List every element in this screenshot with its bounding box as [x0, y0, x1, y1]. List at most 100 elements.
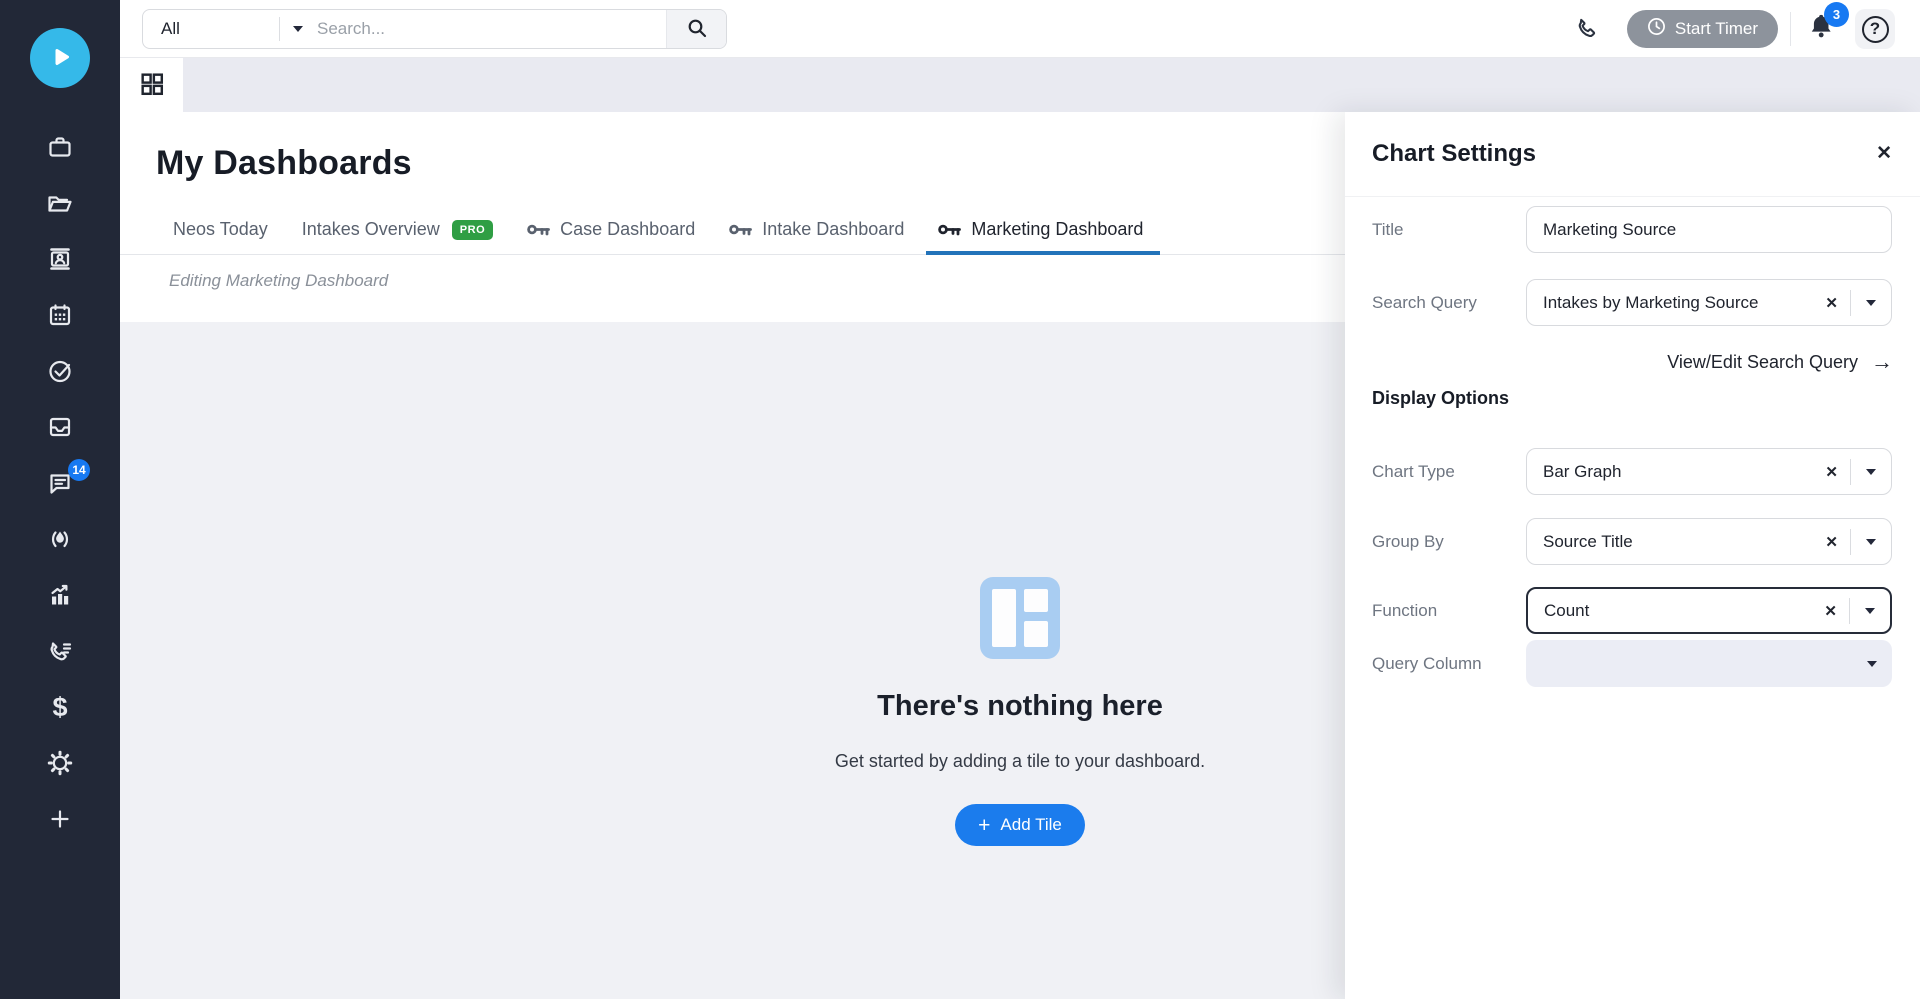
sidebar-item-billing[interactable]: $ [36, 692, 84, 722]
grid-icon [138, 70, 166, 101]
sidebar-item-call-log[interactable] [36, 636, 84, 666]
dropdown-toggle[interactable] [1851, 469, 1891, 475]
group-by-value: Source Title [1527, 532, 1813, 552]
function-select[interactable]: Count ✕ [1526, 587, 1892, 634]
tab-marketing-dashboard[interactable]: Marketing Dashboard [938, 205, 1143, 254]
topbar-divider [1790, 12, 1791, 46]
view-edit-search-query-link[interactable]: View/Edit Search Query → [1667, 351, 1893, 373]
chevron-down-icon [1866, 300, 1876, 306]
clear-icon[interactable]: ✕ [1812, 602, 1849, 620]
tab-neos-today[interactable]: Neos Today [173, 205, 268, 254]
close-icon[interactable]: ✕ [1876, 142, 1892, 165]
search-query-value: Intakes by Marketing Source [1527, 293, 1813, 313]
group-by-field-label: Group By [1372, 518, 1444, 565]
chart-type-field-label: Chart Type [1372, 448, 1455, 495]
chart-title-input[interactable] [1526, 206, 1892, 253]
add-tile-button[interactable]: + Add Tile [955, 804, 1085, 846]
page-title: My Dashboards [156, 144, 412, 183]
briefcase-icon [45, 132, 75, 162]
tab-intakes-overview[interactable]: Intakes Overview PRO [302, 205, 493, 254]
chart-type-select[interactable]: Bar Graph ✕ [1526, 448, 1892, 495]
key-icon [938, 222, 961, 238]
start-timer-label: Start Timer [1675, 19, 1758, 39]
search-button[interactable] [666, 10, 726, 48]
notifications-button[interactable]: 3 [1807, 12, 1835, 47]
dropdown-toggle[interactable] [1852, 661, 1892, 667]
chevron-down-icon [1866, 469, 1876, 475]
help-button[interactable]: ? [1855, 9, 1895, 49]
title-field-label: Title [1372, 206, 1404, 253]
tab-intake-dashboard[interactable]: Intake Dashboard [729, 205, 904, 254]
chart-settings-panel: Chart Settings ✕ Title Search Query Inta… [1345, 112, 1920, 999]
sidebar-item-timers[interactable] [36, 524, 84, 554]
bar-chart-trend-icon [45, 580, 75, 610]
clear-icon[interactable]: ✕ [1813, 463, 1850, 481]
sidebar-item-settings[interactable] [36, 748, 84, 778]
global-search-bar: All [142, 9, 727, 49]
display-options-heading: Display Options [1372, 388, 1509, 409]
query-column-select[interactable] [1526, 640, 1892, 687]
chevron-down-icon [1865, 608, 1875, 614]
sidebar-item-messages[interactable]: 14 [36, 468, 84, 498]
start-timer-button[interactable]: Start Timer [1627, 10, 1778, 48]
sidebar-nav: 14 $ [36, 132, 84, 834]
editing-note: Editing Marketing Dashboard [169, 271, 388, 291]
sidebar-item-intake[interactable] [36, 412, 84, 442]
app-logo-button[interactable] [30, 28, 90, 88]
search-scope-select[interactable]: All [143, 19, 279, 39]
question-icon: ? [1862, 16, 1889, 43]
chevron-down-icon[interactable] [293, 26, 303, 32]
function-field-label: Function [1372, 587, 1437, 634]
sidebar-item-reports[interactable] [36, 580, 84, 610]
chevron-down-icon [1867, 661, 1877, 667]
contact-card-icon [45, 244, 75, 274]
tab-case-dashboard[interactable]: Case Dashboard [527, 205, 695, 254]
clear-icon[interactable]: ✕ [1813, 294, 1850, 312]
sidebar: 14 $ [0, 0, 120, 999]
play-logo-icon [45, 42, 75, 75]
search-input[interactable] [317, 19, 666, 39]
key-icon [527, 222, 550, 238]
sidebar-item-calendar[interactable] [36, 300, 84, 330]
empty-layout-icon [979, 647, 1061, 664]
group-by-select[interactable]: Source Title ✕ [1526, 518, 1892, 565]
clock-icon [1647, 17, 1666, 41]
chart-type-value: Bar Graph [1527, 462, 1813, 482]
dropdown-toggle[interactable] [1850, 608, 1890, 614]
clear-icon[interactable]: ✕ [1813, 533, 1850, 551]
dropdown-toggle[interactable] [1851, 300, 1891, 306]
dropdown-toggle[interactable] [1851, 539, 1891, 545]
tab-label: Case Dashboard [560, 219, 695, 240]
search-query-field-label: Search Query [1372, 279, 1477, 326]
arrow-right-icon: → [1871, 351, 1893, 373]
search-query-select[interactable]: Intakes by Marketing Source ✕ [1526, 279, 1892, 326]
pro-badge: PRO [452, 220, 493, 240]
sidebar-item-add[interactable] [36, 804, 84, 834]
sidebar-item-cases[interactable] [36, 132, 84, 162]
inbox-tray-icon [45, 412, 75, 442]
panel-title: Chart Settings [1372, 140, 1536, 168]
tab-label: Neos Today [173, 219, 268, 240]
add-tile-label: Add Tile [1000, 815, 1061, 835]
check-circle-icon [45, 356, 75, 386]
query-column-field-label: Query Column [1372, 640, 1482, 687]
topbar: All Start Timer 3 ? [120, 0, 1920, 58]
plus-icon: + [978, 815, 990, 836]
view-edit-label: View/Edit Search Query [1667, 352, 1858, 373]
topbar-actions: Start Timer 3 ? [1574, 0, 1895, 58]
bell-icon [1807, 29, 1835, 46]
droplet-gauge-icon [45, 524, 75, 554]
sidebar-item-documents[interactable] [36, 188, 84, 218]
sidebar-item-contacts[interactable] [36, 244, 84, 274]
function-value: Count [1528, 601, 1812, 621]
tab-label: Intake Dashboard [762, 219, 904, 240]
sidebar-item-tasks[interactable] [36, 356, 84, 386]
tile-view-button[interactable] [120, 58, 183, 112]
phone-button[interactable] [1574, 14, 1601, 44]
chevron-down-icon [1866, 539, 1876, 545]
notifications-count-badge: 3 [1824, 2, 1849, 27]
tab-label: Marketing Dashboard [971, 219, 1143, 240]
search-icon [685, 16, 709, 43]
dashboard-toolbar [120, 58, 1920, 112]
plus-icon [45, 804, 75, 834]
